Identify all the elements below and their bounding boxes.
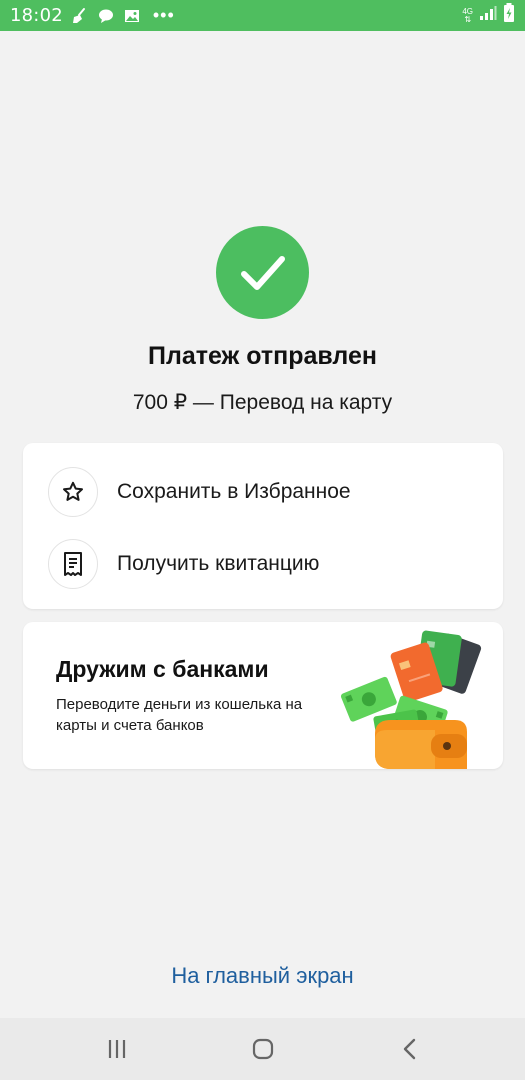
chat-bubble-icon bbox=[97, 7, 115, 25]
bank-transfer-promo-card[interactable]: Дружим с банками Переводите деньги из ко… bbox=[23, 622, 503, 769]
status-time: 18:02 bbox=[10, 5, 63, 26]
network-4g-icon: 4G ⇅ bbox=[462, 6, 473, 24]
payment-status-title: Платеж отправлен bbox=[147, 342, 377, 370]
broom-icon bbox=[71, 7, 89, 25]
home-icon[interactable] bbox=[243, 1036, 283, 1062]
checkmark-icon bbox=[240, 255, 285, 290]
status-right: 4G ⇅ bbox=[462, 3, 515, 28]
battery-charging-icon bbox=[503, 3, 515, 28]
signal-icon bbox=[479, 5, 497, 26]
get-receipt-button[interactable]: Получить квитанцию bbox=[23, 528, 503, 600]
payment-summary: 700 ₽ — Перевод на карту bbox=[132, 391, 393, 414]
go-to-home-link[interactable]: На главный экран bbox=[0, 963, 525, 989]
recent-apps-icon[interactable] bbox=[97, 1036, 137, 1062]
image-icon bbox=[123, 7, 141, 25]
star-icon bbox=[48, 467, 98, 517]
actions-card: Сохранить в Избранное Получить квитанцию bbox=[23, 443, 503, 609]
receipt-icon bbox=[48, 539, 98, 589]
wallet-cards-money-illustration bbox=[340, 630, 482, 769]
status-left: 18:02 ••• bbox=[10, 5, 175, 26]
back-icon[interactable] bbox=[390, 1036, 430, 1062]
system-navigation-bar bbox=[0, 1018, 525, 1080]
more-dots-icon: ••• bbox=[152, 5, 175, 25]
promo-title: Дружим с банками bbox=[56, 656, 269, 682]
success-badge bbox=[216, 226, 309, 319]
promo-text: Переводите деньги из кошелька на карты и… bbox=[56, 696, 303, 734]
get-receipt-label: Получить квитанцию bbox=[117, 552, 320, 575]
status-bar: 18:02 ••• 4G ⇅ bbox=[0, 0, 525, 31]
save-to-favorites-label: Сохранить в Избранное bbox=[117, 480, 351, 503]
save-to-favorites-button[interactable]: Сохранить в Избранное bbox=[23, 456, 503, 528]
